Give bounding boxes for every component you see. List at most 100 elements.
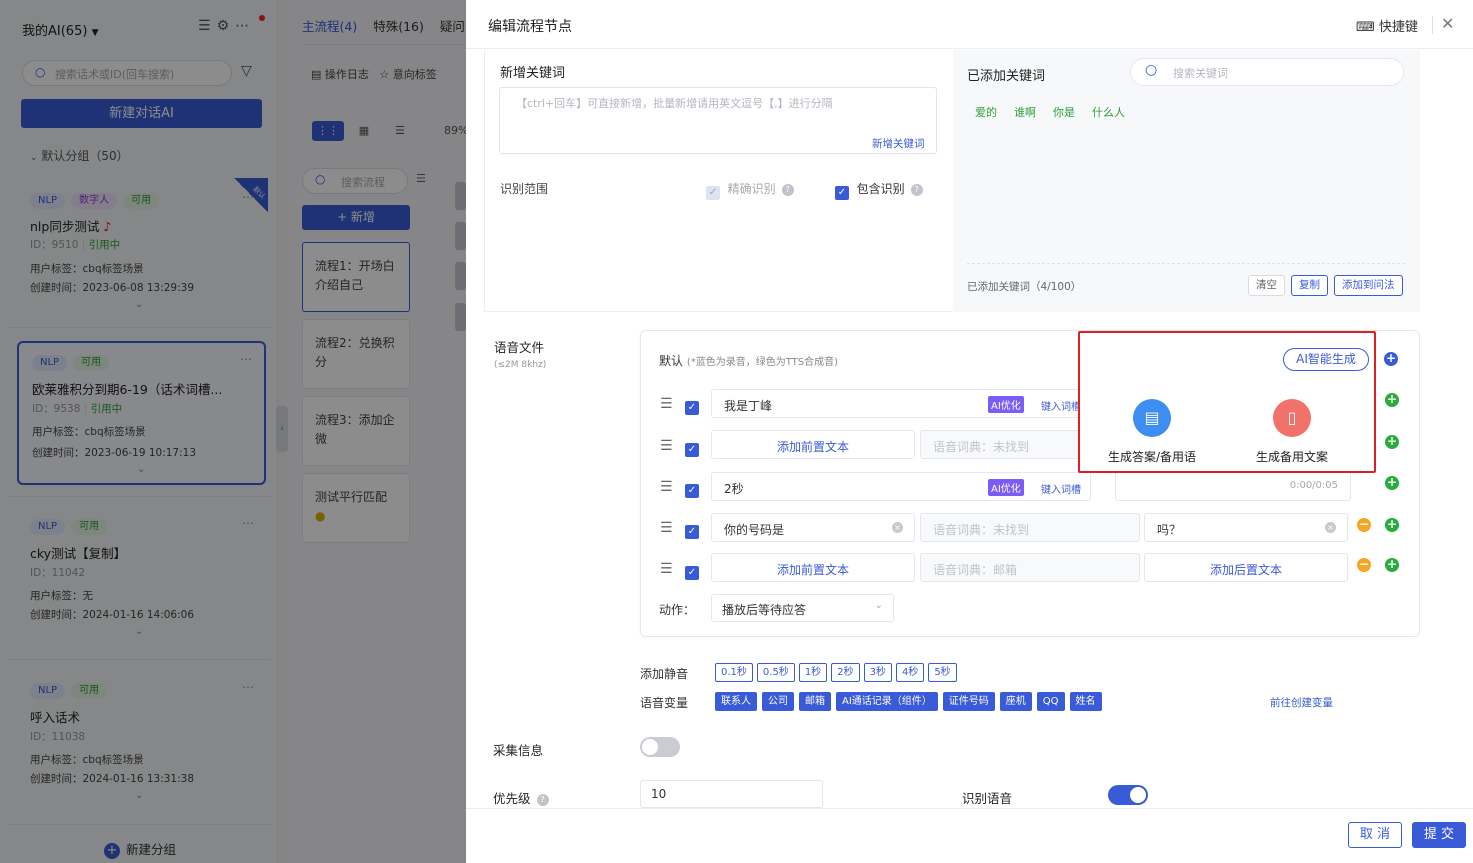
- keyboard-icon: ⌨: [1356, 20, 1375, 35]
- variable-chip[interactable]: 座机: [999, 692, 1032, 711]
- silence-option[interactable]: 1秒: [798, 663, 828, 682]
- collect-info-label: 采集信息: [493, 743, 544, 758]
- keyword-search-input[interactable]: ○ 搜索关键词: [1130, 58, 1404, 86]
- clear-button[interactable]: 清空: [1248, 275, 1285, 296]
- priority-label: 优先级?: [493, 788, 549, 807]
- insert-slot-link[interactable]: 键入词槽: [1041, 481, 1081, 496]
- cancel-button[interactable]: 取 消: [1348, 822, 1402, 848]
- ai-optimize-badge[interactable]: AI优化: [988, 479, 1024, 496]
- silence-option[interactable]: 5秒: [928, 663, 957, 682]
- add-prefix-text-button[interactable]: 添加前置文本: [711, 430, 915, 459]
- include-match-checkbox[interactable]: ✓ 包含识别?: [835, 180, 923, 200]
- add-row-icon[interactable]: +: [1385, 518, 1399, 532]
- variable-chip[interactable]: 联系人: [715, 692, 757, 711]
- drawer-title: 编辑流程节点: [488, 19, 572, 35]
- divider: [466, 808, 1473, 809]
- voice-file-hint: (≤2M 8khz): [494, 360, 547, 370]
- keyword-tag[interactable]: 谁啊: [1014, 106, 1036, 119]
- insert-slot-link[interactable]: 键入词槽: [1041, 398, 1081, 413]
- document-icon: ▤: [1133, 399, 1171, 437]
- voice-dict-field[interactable]: 语音词典：未找到: [920, 430, 1080, 459]
- audio-player[interactable]: 0:00/0:05: [1115, 472, 1351, 501]
- row-checkbox[interactable]: ✓: [685, 397, 699, 415]
- voice-file-label: 语音文件: [494, 340, 545, 355]
- voice-text-field[interactable]: 你的号码是 ×: [711, 513, 915, 542]
- variable-chip[interactable]: 姓名: [1069, 692, 1102, 711]
- toggle-knob: [1130, 787, 1146, 803]
- silence-option[interactable]: 2秒: [831, 663, 860, 682]
- drag-handle-icon[interactable]: ☰: [660, 479, 673, 495]
- keyword-tag[interactable]: 爱的: [975, 106, 997, 119]
- add-row-icon[interactable]: +: [1385, 393, 1399, 407]
- exact-match-checkbox[interactable]: ✓ 精确识别?: [706, 180, 794, 200]
- drag-handle-icon[interactable]: ☰: [660, 396, 673, 412]
- check-icon: ✓: [685, 525, 699, 539]
- add-keyword-link[interactable]: 新增关键词: [872, 136, 925, 151]
- variable-chip[interactable]: 公司: [762, 692, 794, 711]
- chevron-down-icon: ⌄: [874, 600, 883, 611]
- help-icon: ?: [536, 794, 549, 806]
- keyword-tag[interactable]: 你是: [1053, 106, 1075, 119]
- variable-chip[interactable]: AI通话记录（组件）: [836, 692, 938, 711]
- collect-info-toggle[interactable]: [640, 737, 680, 757]
- generate-answer-option[interactable]: ▤ 生成答案/备用语: [1092, 399, 1212, 465]
- silence-option[interactable]: 4秒: [895, 663, 925, 682]
- check-icon: ✓: [835, 186, 849, 200]
- drag-handle-icon[interactable]: ☰: [660, 520, 673, 536]
- add-row-icon[interactable]: +: [1385, 476, 1399, 490]
- voice-variable-label: 语音变量: [640, 696, 689, 710]
- priority-input[interactable]: 10: [640, 780, 823, 808]
- copy-button[interactable]: 复制: [1291, 275, 1328, 296]
- voice-variables: 联系人 公司 邮箱 AI通话记录（组件） 证件号码 座机 QQ 姓名: [715, 692, 1107, 711]
- clear-icon[interactable]: ×: [892, 522, 903, 533]
- action-label: 动作：: [659, 603, 696, 617]
- row-checkbox[interactable]: ✓: [685, 480, 699, 498]
- help-icon: ?: [781, 184, 794, 196]
- voice-dict-field[interactable]: 语音词典：邮箱: [920, 553, 1140, 582]
- voice-dict-field[interactable]: 语音词典：未找到: [920, 513, 1140, 542]
- clear-icon[interactable]: ×: [1325, 522, 1336, 533]
- row-checkbox[interactable]: ✓: [685, 521, 699, 539]
- ai-generate-button[interactable]: AI智能生成: [1283, 348, 1369, 371]
- voice-text-field[interactable]: 我是丁峰: [711, 389, 1091, 418]
- drag-handle-icon[interactable]: ☰: [660, 438, 673, 454]
- ai-optimize-badge[interactable]: AI优化: [988, 396, 1024, 413]
- check-icon: ✓: [706, 186, 720, 200]
- silence-option[interactable]: 3秒: [863, 663, 892, 682]
- suffix-text-field[interactable]: 吗？ ×: [1144, 513, 1348, 542]
- row-checkbox[interactable]: ✓: [685, 439, 699, 457]
- file-text-icon: ▯: [1273, 399, 1311, 437]
- submit-button[interactable]: 提 交: [1412, 822, 1466, 848]
- action-select[interactable]: 播放后等待应答 ⌄: [711, 594, 894, 622]
- create-variable-link[interactable]: 前往创建变量: [1270, 695, 1333, 710]
- divider: [1432, 16, 1433, 34]
- generate-backup-copy-option[interactable]: ▯ 生成备用文案: [1232, 399, 1352, 465]
- add-voice-icon[interactable]: +: [1384, 352, 1398, 366]
- silence-option[interactable]: 0.5秒: [756, 663, 795, 682]
- help-icon: ?: [910, 184, 923, 196]
- modal-overlay[interactable]: [0, 0, 466, 863]
- check-icon: ✓: [685, 484, 699, 498]
- variable-chip[interactable]: 邮箱: [799, 692, 831, 711]
- added-keywords-panel: [953, 50, 1420, 312]
- remove-row-icon[interactable]: −: [1357, 518, 1371, 532]
- remove-row-icon[interactable]: −: [1357, 558, 1371, 572]
- added-keywords-title: 已添加关键词: [967, 69, 1046, 84]
- row-checkbox[interactable]: ✓: [685, 562, 699, 580]
- check-icon: ✓: [685, 566, 699, 580]
- silence-option[interactable]: 0.1秒: [715, 663, 753, 682]
- variable-chip[interactable]: QQ: [1036, 692, 1065, 711]
- keyword-count: 已添加关键词（4/100）: [967, 281, 1082, 293]
- close-icon[interactable]: ✕: [1441, 14, 1454, 33]
- keyword-tag[interactable]: 什么人: [1092, 106, 1125, 119]
- shortcut-button[interactable]: ⌨ 快捷键: [1356, 16, 1418, 35]
- add-row-icon[interactable]: +: [1385, 435, 1399, 449]
- variable-chip[interactable]: 证件号码: [942, 692, 995, 711]
- add-prefix-text-button[interactable]: 添加前置文本: [711, 553, 915, 582]
- add-to-question-button[interactable]: 添加到问法: [1334, 275, 1403, 296]
- add-suffix-text-button[interactable]: 添加后置文本: [1144, 553, 1348, 582]
- voice-text-field[interactable]: 2秒: [711, 472, 1091, 501]
- recognize-voice-toggle[interactable]: [1108, 785, 1148, 805]
- add-row-icon[interactable]: +: [1385, 558, 1399, 572]
- drag-handle-icon[interactable]: ☰: [660, 561, 673, 577]
